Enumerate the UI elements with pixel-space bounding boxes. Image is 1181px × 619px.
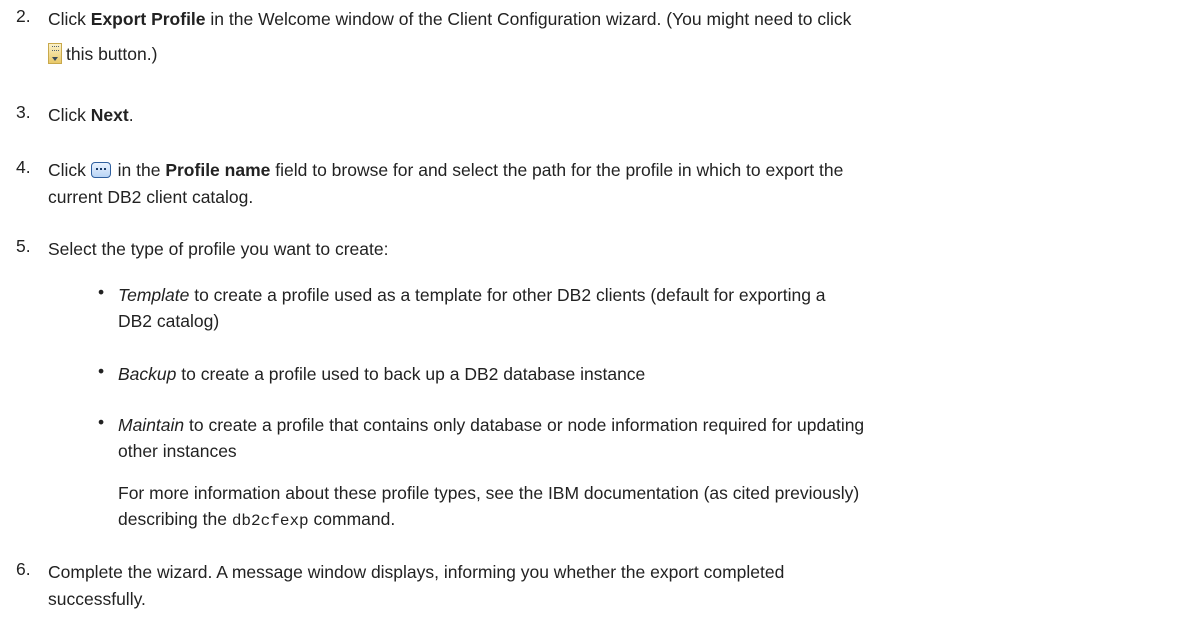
step-text-line: Click in the Profile name field to brows… [48, 160, 844, 180]
step-text-line: Click Export Profile in the Welcome wind… [48, 9, 852, 29]
bullet-dot: • [98, 412, 105, 432]
step-text-line: current DB2 client catalog. [48, 187, 254, 207]
step-number: 6. [16, 559, 31, 579]
command-code: db2cfexp [231, 512, 309, 530]
bullet-dot: • [98, 361, 105, 381]
ui-label: Export Profile [90, 9, 206, 29]
note-paragraph: For more information about these profile… [118, 483, 860, 530]
bullet-dot: • [98, 282, 105, 302]
step-text-line: Select the type of profile you want to c… [48, 239, 389, 259]
step-text-line: this button.) [48, 41, 1170, 68]
profile-type-term: Maintain [118, 415, 185, 435]
step-number: 5. [16, 236, 31, 256]
ui-label: Profile name [165, 160, 271, 180]
step-number: 3. [16, 102, 31, 122]
profile-type-term: Backup [118, 364, 177, 384]
step-text-line: Complete the wizard. A message window di… [48, 562, 785, 582]
step-number: 2. [16, 6, 31, 26]
step-text-line: successfully. [48, 589, 146, 609]
ellipsis-browse-icon [90, 162, 111, 178]
ui-label: Next [90, 105, 129, 125]
step-number: 4. [16, 157, 31, 177]
profile-type-term: Template [118, 285, 190, 305]
expand-toolbar-icon [48, 43, 62, 64]
document-page: 2. Click Export Profile in the Welcome w… [0, 0, 1181, 619]
